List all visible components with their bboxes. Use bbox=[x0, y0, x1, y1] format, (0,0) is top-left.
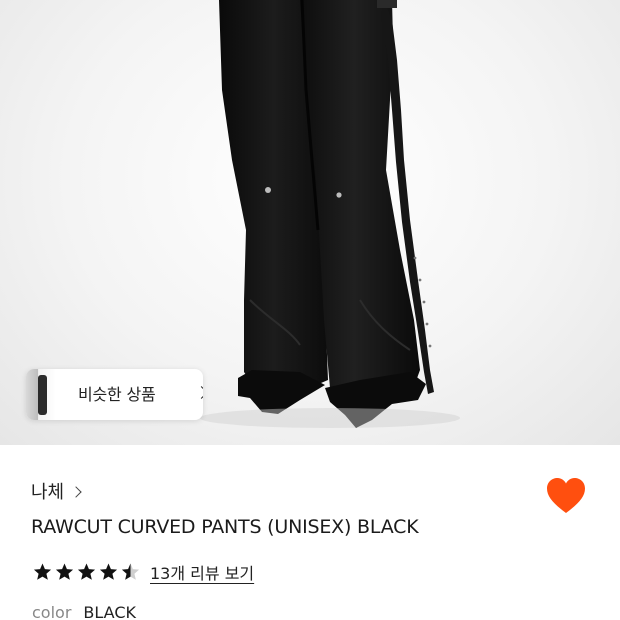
product-detail-page: 비슷한 상품 나체 RAWCUT CURVED PANTS (UNISEX) B… bbox=[0, 0, 620, 620]
option-value: BLACK bbox=[83, 603, 136, 620]
brand-name: 나체 bbox=[31, 482, 65, 503]
similar-products-button[interactable]: 비슷한 상품 bbox=[26, 369, 203, 420]
chevron-right-icon bbox=[195, 386, 203, 399]
chevron-right-icon bbox=[70, 485, 82, 498]
reviews-link[interactable]: 13개 리뷰 보기 bbox=[150, 560, 254, 584]
star-half-icon bbox=[121, 563, 140, 580]
option-label: color bbox=[32, 603, 72, 620]
product-image[interactable]: 비슷한 상품 bbox=[0, 0, 620, 445]
similar-products-label: 비슷한 상품 bbox=[78, 385, 156, 404]
star-icon bbox=[33, 563, 52, 580]
star-icon bbox=[55, 563, 74, 580]
option-row: color BLACK bbox=[32, 603, 136, 620]
product-title: RAWCUT CURVED PANTS (UNISEX) BLACK bbox=[31, 516, 419, 538]
wishlist-button[interactable] bbox=[546, 477, 586, 515]
heart-icon bbox=[547, 478, 585, 513]
similar-products-thumbnail bbox=[26, 369, 56, 420]
brand-link[interactable]: 나체 bbox=[31, 478, 82, 504]
star-icon bbox=[99, 563, 118, 580]
rating-row: 13개 리뷰 보기 bbox=[32, 559, 254, 585]
star-rating bbox=[32, 562, 142, 582]
star-icon bbox=[77, 563, 96, 580]
